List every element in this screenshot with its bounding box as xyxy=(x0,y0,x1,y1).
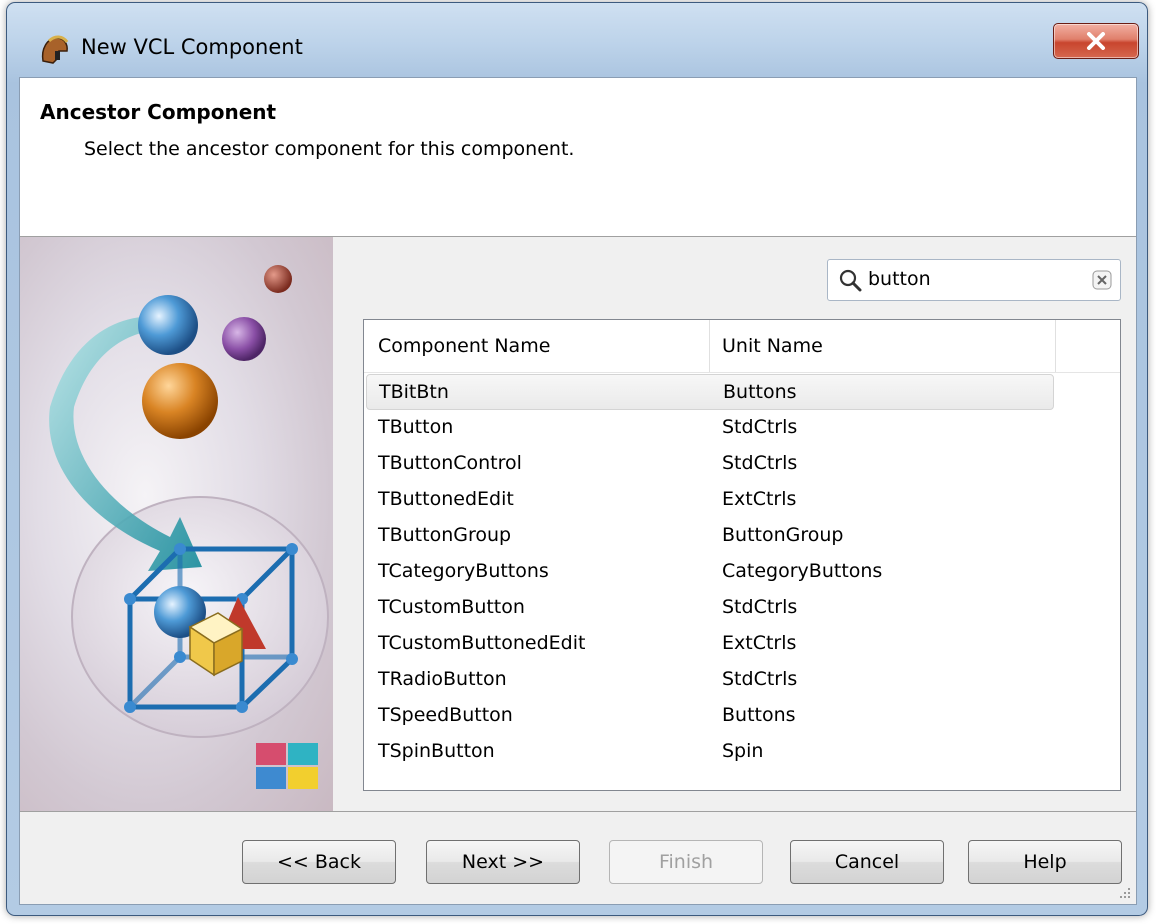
component-list[interactable]: Component Name Unit Name TBitBtn Buttons … xyxy=(363,319,1121,791)
unit-name-cell: StdCtrls xyxy=(722,452,798,474)
next-button[interactable]: Next >> xyxy=(426,840,580,884)
wizard-content: Component Name Unit Name TBitBtnButtons … xyxy=(333,237,1136,811)
list-row[interactable]: TCategoryButtons CategoryButtons xyxy=(366,554,1054,590)
unit-name-cell: Buttons xyxy=(722,704,796,726)
list-row[interactable]: TButtonedEdit ExtCtrls xyxy=(366,482,1054,518)
finish-button[interactable]: Finish xyxy=(609,840,763,884)
dialog-client-area: Ancestor Component Select the ancestor c… xyxy=(19,77,1137,905)
unit-name-cell: ExtCtrls xyxy=(722,488,797,510)
resize-grip-icon[interactable] xyxy=(1118,886,1132,900)
list-row[interactable]: TSpinButton Spin xyxy=(366,734,1054,770)
search-input[interactable] xyxy=(868,265,1068,293)
unit-name-cell: Spin xyxy=(722,740,764,762)
list-row[interactable]: TSpeedButton Buttons xyxy=(366,698,1054,734)
list-header: Component Name Unit Name xyxy=(364,320,1120,373)
unit-name-cell: Buttons xyxy=(723,381,797,403)
back-button[interactable]: << Back xyxy=(242,840,396,884)
close-icon xyxy=(1087,32,1105,50)
spartan-helmet-icon xyxy=(41,35,69,64)
column-header-unit-name[interactable]: Unit Name xyxy=(710,320,1056,372)
search-icon xyxy=(839,269,862,292)
component-name-cell: TCategoryButtons xyxy=(378,560,549,582)
list-row[interactable]: TRadioButton StdCtrls xyxy=(366,662,1054,698)
cancel-button[interactable]: Cancel xyxy=(790,840,944,884)
unit-name-cell: ButtonGroup xyxy=(722,524,844,546)
unit-name-cell: StdCtrls xyxy=(722,416,798,438)
window-title: New VCL Component xyxy=(81,35,303,59)
unit-name-cell: StdCtrls xyxy=(722,596,798,618)
dialog-window: New VCL Component Ancestor Component Sel… xyxy=(6,2,1148,916)
component-name-cell: TRadioButton xyxy=(378,668,507,690)
list-row[interactable]: TCustomButtonedEdit ExtCtrls xyxy=(366,626,1054,662)
wizard-header: Ancestor Component Select the ancestor c… xyxy=(20,78,1136,236)
list-row[interactable]: TButtonControl StdCtrls xyxy=(366,446,1054,482)
list-row[interactable]: TCustomButton StdCtrls xyxy=(366,590,1054,626)
list-row[interactable]: TBitBtn Buttons xyxy=(366,374,1054,410)
component-name-cell: TSpinButton xyxy=(378,740,495,762)
component-palette-icon xyxy=(256,743,318,789)
search-box[interactable] xyxy=(827,259,1121,301)
help-button[interactable]: Help xyxy=(968,840,1122,884)
page-subtitle: Select the ancestor component for this c… xyxy=(84,138,575,160)
component-name-cell: TButtonedEdit xyxy=(378,488,514,510)
component-name-cell: TButton xyxy=(378,416,454,438)
unit-name-cell: CategoryButtons xyxy=(722,560,883,582)
wizard-illustration xyxy=(20,237,333,811)
unit-name-cell: StdCtrls xyxy=(722,668,798,690)
close-button[interactable] xyxy=(1053,23,1139,59)
column-header-filler xyxy=(1056,320,1120,372)
component-name-cell: TBitBtn xyxy=(379,381,449,403)
list-row[interactable]: TButton StdCtrls xyxy=(366,410,1054,446)
page-title: Ancestor Component xyxy=(40,100,277,124)
component-name-cell: TCustomButtonedEdit xyxy=(378,632,586,654)
component-name-cell: TSpeedButton xyxy=(378,704,513,726)
component-name-cell: TButtonGroup xyxy=(378,524,512,546)
button-bar: << Back Next >> Finish Cancel Help xyxy=(20,812,1136,904)
component-graphic-icon xyxy=(49,265,329,789)
component-name-cell: TButtonControl xyxy=(378,452,522,474)
clear-search-icon[interactable] xyxy=(1092,270,1112,290)
component-name-cell: TCustomButton xyxy=(378,596,525,618)
title-bar: New VCL Component xyxy=(7,3,1147,77)
column-header-component-name[interactable]: Component Name xyxy=(364,320,710,372)
list-row[interactable]: TButtonGroup ButtonGroup xyxy=(366,518,1054,554)
unit-name-cell: ExtCtrls xyxy=(722,632,797,654)
